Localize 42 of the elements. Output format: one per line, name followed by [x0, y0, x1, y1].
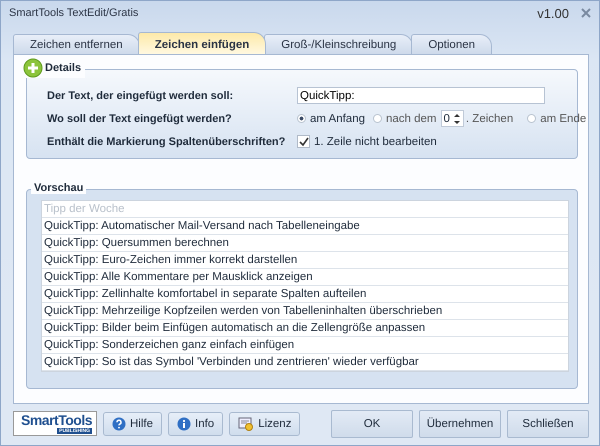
info-icon: [177, 416, 192, 430]
group-title: Vorschau: [34, 182, 84, 194]
window-title: SmartTools TextEdit/Gratis: [9, 7, 138, 19]
radio-button[interactable]: [527, 114, 536, 123]
checkbox[interactable]: [297, 135, 310, 148]
field-label: Enthält die Markierung Spaltenüberschriften?: [47, 136, 286, 148]
radio-label: am Anfang: [310, 112, 365, 124]
close-icon[interactable]: [581, 8, 591, 18]
field-label: Der Text, der eingefügt werden soll:: [47, 90, 234, 102]
list-item[interactable]: QuickTipp: Zellinhalte komfortabel in separate Spalten aufteilen: [42, 286, 568, 303]
list-item[interactable]: QuickTipp: Mehrzeilige Kopfzeilen werden von Tabelleninhalten überschrieben: [42, 303, 568, 320]
field-label: Wo soll der Text eingefügt werden?: [47, 112, 233, 124]
tab[interactable]: Zeichen entfernen: [13, 34, 140, 54]
radio-button[interactable]: [372, 114, 382, 123]
list-item[interactable]: QuickTipp: Alle Kommentare per Mausklick anzeigen: [42, 269, 568, 286]
tab[interactable]: Optionen: [411, 34, 492, 54]
list-item[interactable]: QuickTipp: Bilder beim Einfügen automatisch an die Zellengröße anpassen: [42, 320, 568, 337]
tab[interactable]: Groß-/Kleinschreibung: [264, 34, 414, 54]
text-field[interactable]: QuickTipp:: [297, 87, 545, 104]
radio-label: am Ende: [540, 112, 586, 124]
dialog-button[interactable]: Übernehmen: [419, 410, 501, 438]
spinner-suffix: . Zeichen: [466, 112, 514, 124]
list-header: Tipp der Woche: [42, 201, 568, 218]
list-item[interactable]: QuickTipp: Euro-Zeichen immer korrekt darstellen: [42, 252, 568, 269]
help-button[interactable]: Info: [168, 412, 224, 436]
checkbox-label: 1. Zeile nicht bearbeiten: [314, 136, 437, 148]
list-item[interactable]: QuickTipp: Quersummen berechnen: [42, 235, 568, 252]
number-spinner[interactable]: 0: [440, 110, 464, 127]
list-item[interactable]: QuickTipp: Sonderzeichen ganz einfach einfügen: [42, 337, 568, 354]
group-title: Details: [45, 62, 82, 74]
help-button[interactable]: Lizenz: [229, 412, 300, 436]
list-item[interactable]: QuickTipp: Automatischer Mail-Versand nach Tabelleneingabe: [42, 218, 568, 235]
radio-label: nach dem: [386, 112, 436, 124]
list-item[interactable]: QuickTipp: So ist das Symbol 'Verbinden und zentrieren' wieder verfügbar: [42, 354, 568, 371]
version-label: v1.00: [537, 6, 569, 20]
help-icon: [112, 416, 126, 430]
tab[interactable]: Zeichen einfügen: [138, 32, 266, 54]
dialog-button[interactable]: OK: [331, 410, 413, 438]
certificate-icon: [238, 416, 254, 432]
dialog-button[interactable]: Schließen: [507, 410, 589, 438]
radio-button[interactable]: [297, 114, 306, 123]
help-button[interactable]: Hilfe: [103, 412, 162, 436]
